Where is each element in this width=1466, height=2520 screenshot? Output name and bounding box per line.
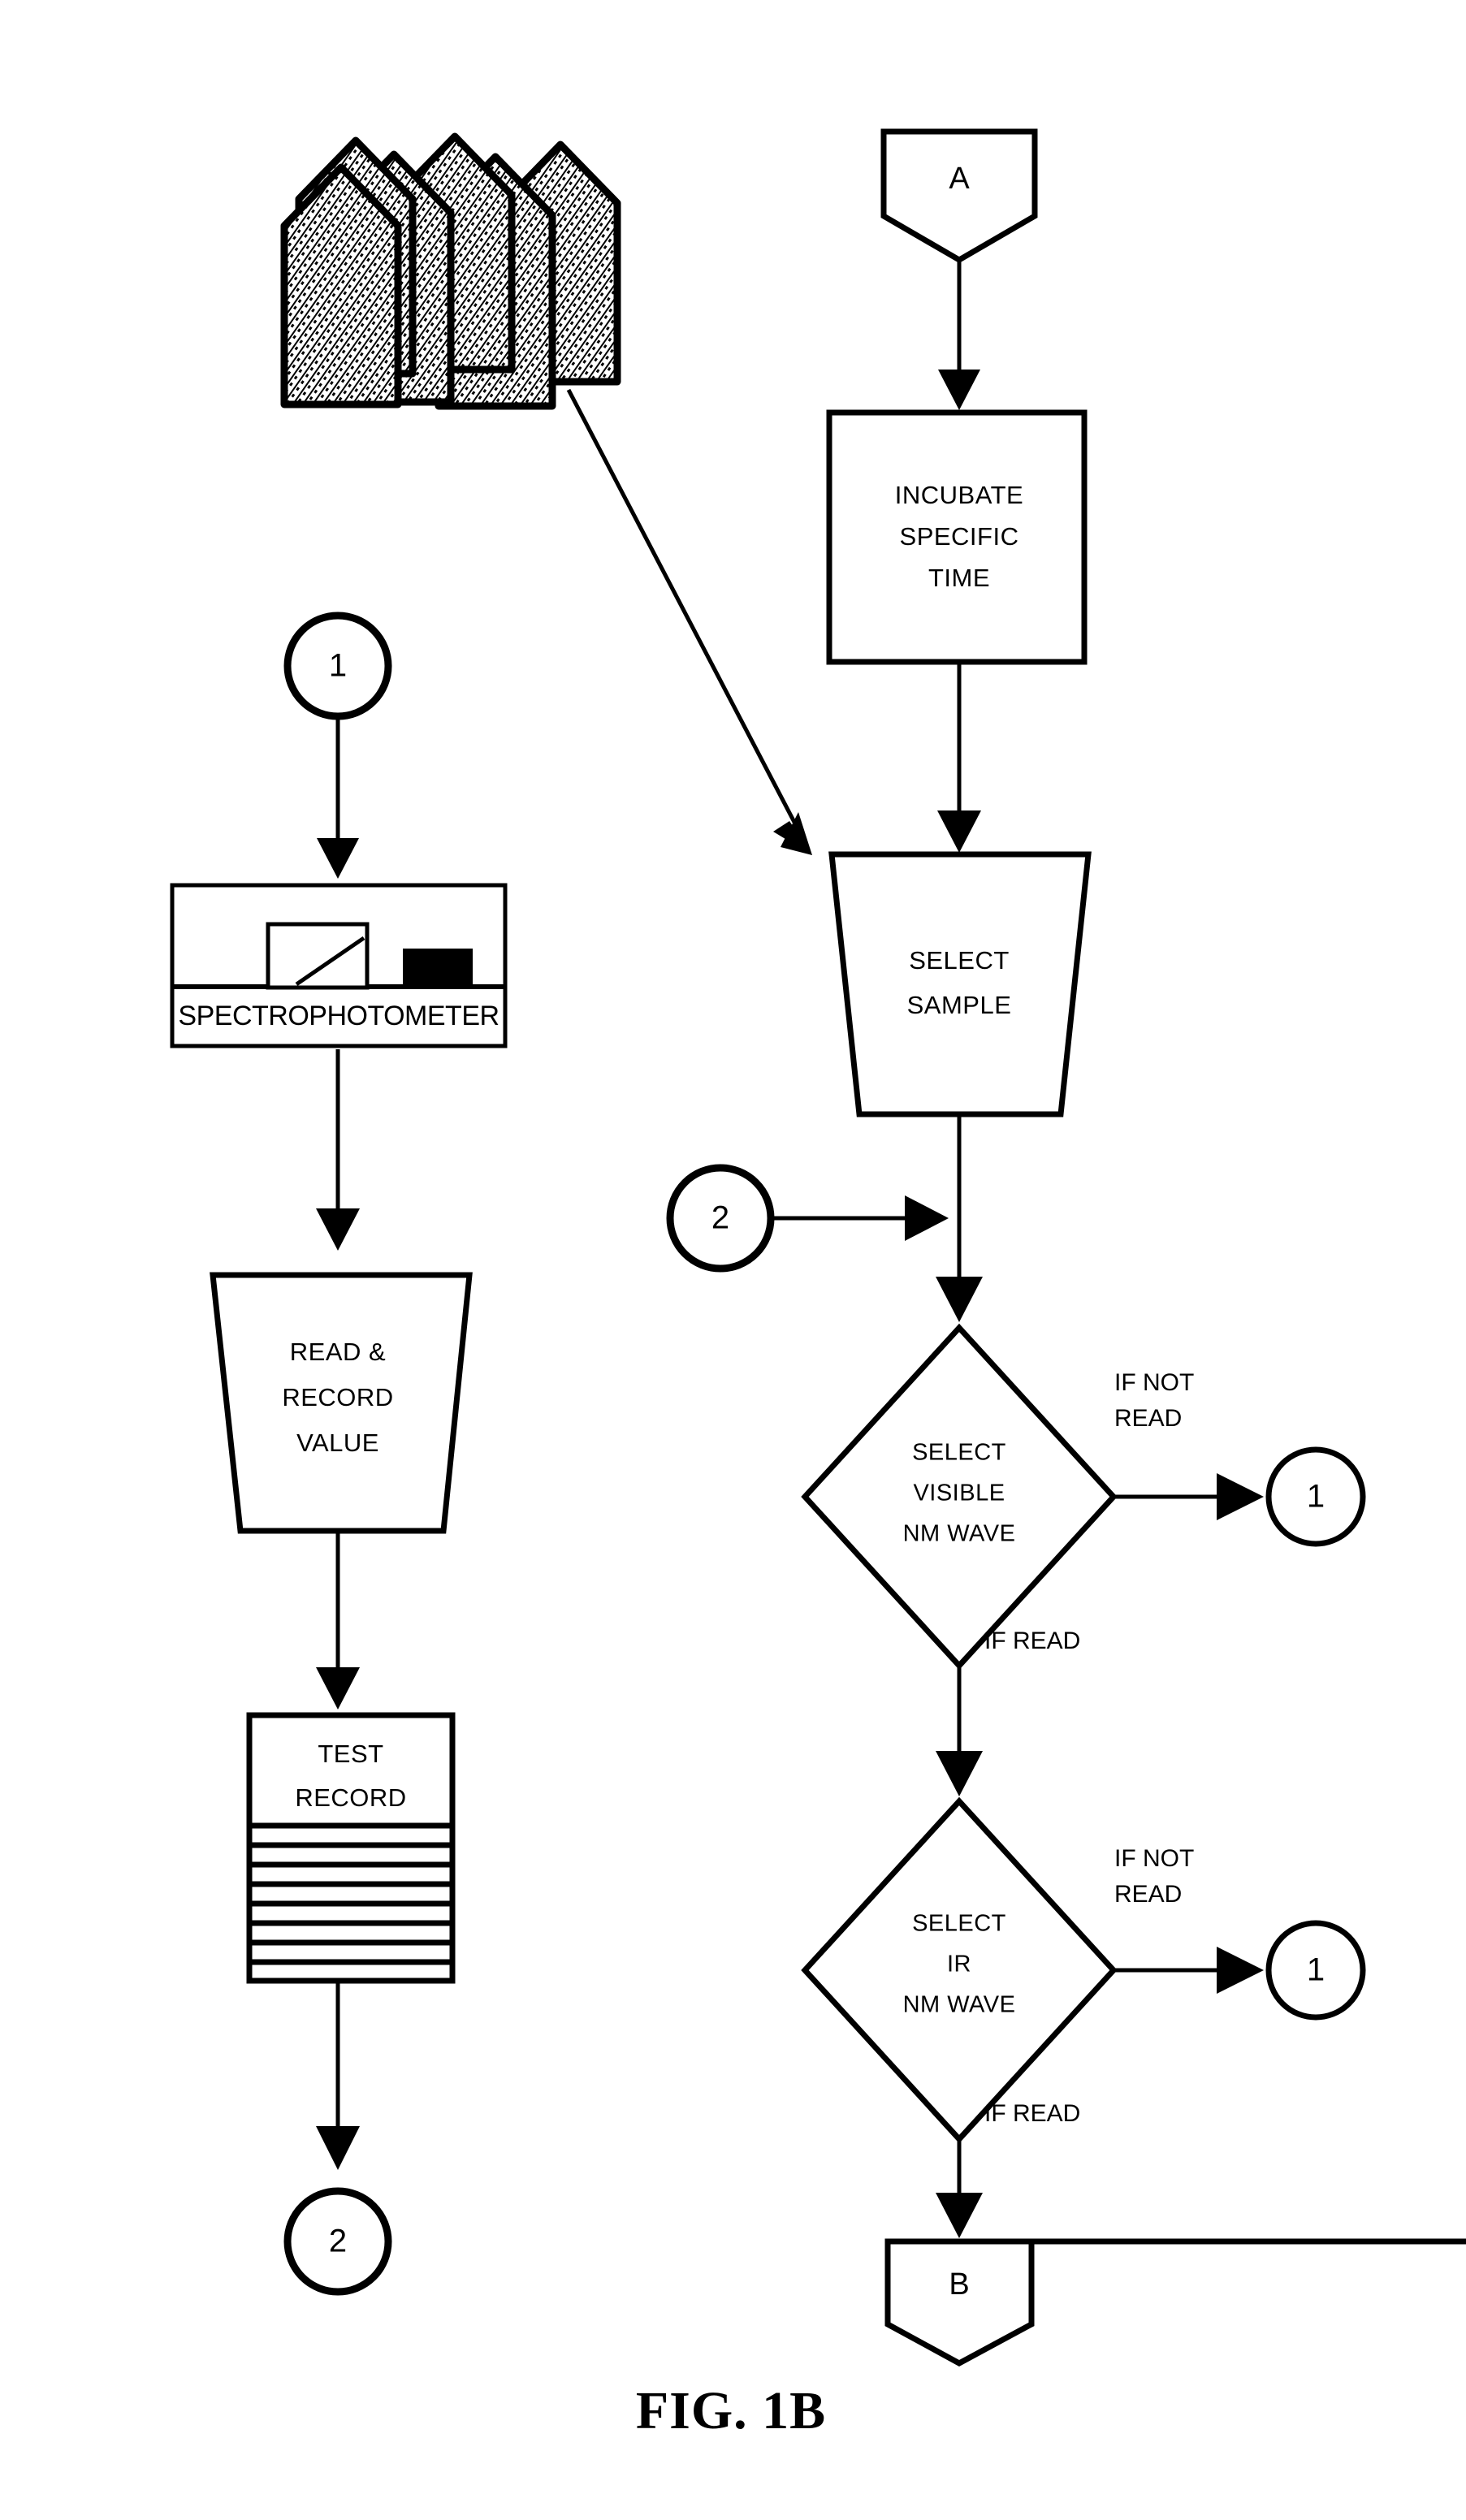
connector-a-in: A	[880, 128, 1038, 264]
connector-1-in: 1	[283, 612, 392, 720]
decision-visible-nm-wave: SELECT VISIBLE NM WAVE	[801, 1323, 1118, 1671]
read-record-line-1: READ &	[290, 1338, 386, 1366]
connector-2-out: 2	[283, 2187, 392, 2296]
flowchart-canvas: A INCUBATE SPECIFIC TIME SELECT SAMPLE 2…	[170, 128, 1466, 2440]
connector-1-visible-target: 1	[1307, 1479, 1325, 1515]
test-record-line-1: TEST	[318, 1740, 383, 1768]
arrow-1-to-spectrophotometer	[317, 718, 359, 879]
select-sample-line-2: SAMPLE	[907, 991, 1012, 1019]
branch-ir-if-not-read: IF NOT READ 1	[1114, 1845, 1366, 2021]
connector-1-ir-target: 1	[1307, 1952, 1325, 1988]
arrow-spectrophotometer-to-read-record	[316, 1049, 360, 1251]
branch-visible-if-not-read: IF NOT READ 1	[1114, 1369, 1366, 1547]
connector-1-in-label: 1	[329, 648, 347, 684]
select-sample-trapezoid: SELECT SAMPLE	[828, 851, 1092, 1117]
branch-ir-read-label: IF READ	[984, 2100, 1080, 2127]
spectrophotometer-display	[266, 922, 370, 990]
branch-ir-label-1: IF NOT	[1114, 1845, 1194, 1872]
decision-ir-nm-wave: SELECT IR NM WAVE	[801, 1796, 1118, 2144]
incubate-box: INCUBATE SPECIFIC TIME	[826, 409, 1088, 665]
branch-visible-read-label: IF READ	[984, 1627, 1080, 1654]
arrow-read-record-to-test-record	[316, 1533, 360, 1710]
branch-visible-label-2: READ	[1114, 1405, 1182, 1432]
spectrophotometer-device: SPECTROPHOTOMETER	[170, 883, 508, 1048]
connector-b-out: B	[884, 2238, 1466, 2367]
connector-a-label: A	[949, 162, 970, 196]
incubate-line-2: SPECIFIC	[900, 522, 1019, 551]
decision-ir-line-3: NM WAVE	[903, 1992, 1016, 2018]
hatched-buildings-cluster	[280, 132, 621, 410]
read-record-value-trapezoid: READ & RECORD VALUE	[210, 1272, 473, 1534]
decision-visible-line-3: NM WAVE	[903, 1521, 1016, 1547]
incubate-line-1: INCUBATE	[895, 481, 1023, 509]
figure-caption: FIG. 1B	[636, 2381, 826, 2440]
test-record-line-2: RECORD	[295, 1783, 406, 1812]
incubate-line-3: TIME	[928, 564, 990, 592]
decision-ir-line-2: IR	[947, 1952, 971, 1978]
connector-2-merge-label: 2	[711, 1200, 729, 1236]
branch-visible-label-1: IF NOT	[1114, 1369, 1194, 1396]
connector-b-label: B	[949, 2267, 969, 2302]
spectrophotometer-label: SPECTROPHOTOMETER	[178, 1001, 499, 1031]
arrow-a-to-incubate	[938, 262, 980, 410]
select-sample-line-1: SELECT	[909, 946, 1010, 975]
figure-page: A INCUBATE SPECIFIC TIME SELECT SAMPLE 2…	[0, 0, 1466, 2520]
test-record-document: TEST RECORD	[246, 1712, 456, 1984]
decision-visible-line-1: SELECT	[912, 1440, 1006, 1466]
read-record-line-2: RECORD	[282, 1383, 393, 1411]
spectrophotometer-keypad	[403, 949, 473, 987]
buildings-to-select-sample-arrow	[566, 388, 812, 855]
connector-2-merge: 2	[666, 1164, 949, 1273]
decision-ir-line-1: SELECT	[912, 1911, 1006, 1937]
arrow-incubate-to-select-sample	[937, 664, 981, 853]
connector-2-out-label: 2	[329, 2224, 347, 2259]
decision-visible-line-2: VISIBLE	[913, 1480, 1005, 1506]
read-record-line-3: VALUE	[296, 1429, 379, 1457]
branch-ir-label-2: READ	[1114, 1881, 1182, 1908]
arrow-test-record-to-connector-2	[316, 1983, 360, 2170]
